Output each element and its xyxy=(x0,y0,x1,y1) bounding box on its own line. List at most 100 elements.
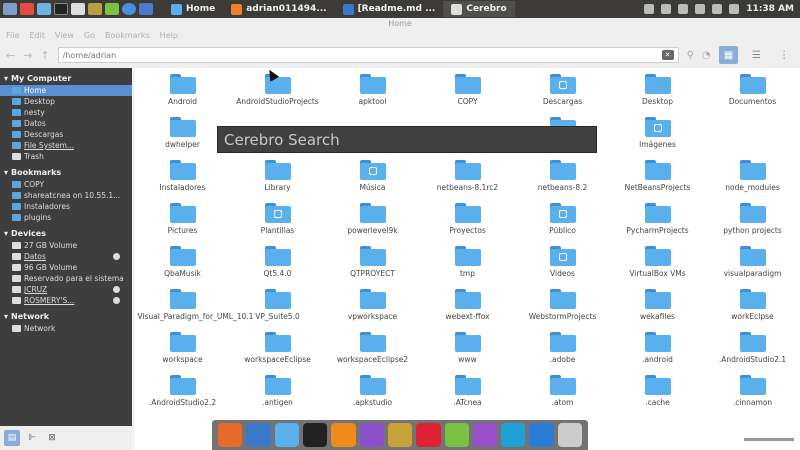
file-item[interactable]: Visual_Paradigm_for_UML_10.1 xyxy=(135,287,253,330)
sidebar-item[interactable]: JCRUZ xyxy=(0,284,132,295)
taskbar-item[interactable]: [Readme.md ... xyxy=(335,1,444,17)
launcher-app-icon[interactable] xyxy=(105,3,119,15)
tray-app-icon[interactable] xyxy=(661,4,672,14)
launcher-app-icon[interactable] xyxy=(122,3,136,15)
file-item[interactable]: QbaMusik xyxy=(135,244,230,287)
file-item[interactable]: .AndroidStudio2.2 xyxy=(135,373,230,416)
file-item[interactable]: wekafiles xyxy=(610,287,705,330)
close-sidebar-button[interactable]: ⊠ xyxy=(44,430,60,446)
launcher-app-icon[interactable] xyxy=(139,3,153,15)
taskbar-item[interactable]: Home xyxy=(163,1,223,17)
cerebro-search-input[interactable] xyxy=(224,130,584,149)
network-icon[interactable] xyxy=(695,4,706,14)
sidebar-item[interactable]: Home xyxy=(0,85,132,96)
sidebar-item[interactable]: shareatcnea on 10.55.1... xyxy=(0,190,132,201)
file-item[interactable]: Proyectos xyxy=(420,201,515,244)
file-item[interactable]: Library xyxy=(230,158,325,201)
sidebar-item[interactable]: COPY xyxy=(0,179,132,190)
file-item[interactable]: Imágenes xyxy=(610,115,705,158)
bluetooth-icon[interactable] xyxy=(678,4,689,14)
file-item[interactable]: Desktop xyxy=(610,72,705,115)
file-item[interactable]: Documentos xyxy=(705,72,800,115)
file-item[interactable]: .antigen xyxy=(230,373,325,416)
phpstorm-icon[interactable] xyxy=(472,423,498,447)
file-item[interactable]: python projects xyxy=(705,201,800,244)
launcher-app-icon[interactable] xyxy=(20,3,34,15)
file-item[interactable]: .atom xyxy=(515,373,610,416)
file-item[interactable]: workEclpse xyxy=(705,287,800,330)
vlc-icon[interactable] xyxy=(331,423,356,447)
cerebro-icon[interactable] xyxy=(557,423,583,447)
sidebar-item[interactable]: Instaladores xyxy=(0,201,132,212)
sidebar-item[interactable]: Datos xyxy=(0,251,132,262)
file-item[interactable]: QTPROYECT xyxy=(325,244,420,287)
search-icon[interactable]: ⚲ xyxy=(687,50,694,61)
file-item[interactable]: netbeans-8.1rc2 xyxy=(420,158,515,201)
eject-icon[interactable] xyxy=(113,297,120,304)
launcher-app-icon[interactable] xyxy=(88,3,102,15)
file-item[interactable]: node_modules xyxy=(705,158,800,201)
zoom-slider[interactable] xyxy=(744,438,794,441)
places-view-button[interactable]: ▤ xyxy=(4,430,20,446)
compact-view-button[interactable]: ⋮ xyxy=(774,46,794,64)
bag-icon[interactable] xyxy=(387,423,413,447)
forward-arrow-icon[interactable]: → xyxy=(23,49,32,62)
menu-item[interactable]: Bookmarks xyxy=(105,30,150,42)
menu-item[interactable]: Help xyxy=(160,30,178,42)
expand-arrow-icon[interactable]: ▾ xyxy=(4,168,8,177)
cerebro-search-box[interactable] xyxy=(217,126,597,153)
file-item[interactable]: apktool xyxy=(325,72,420,115)
taskbar-item[interactable]: adrian011494... xyxy=(223,1,334,17)
vscode-icon[interactable] xyxy=(529,423,554,447)
zoom-icon[interactable]: ◔ xyxy=(702,50,711,61)
file-item[interactable]: powerlevel9k xyxy=(325,201,420,244)
file-item[interactable]: Qt5.4.0 xyxy=(230,244,325,287)
taskbar-item[interactable]: Cerebro xyxy=(443,1,515,17)
sidebar-item[interactable]: Reservado para el sistema xyxy=(0,273,132,284)
file-item[interactable]: workspace xyxy=(135,330,230,373)
menu-item[interactable]: View xyxy=(55,30,74,42)
launcher-app-icon[interactable] xyxy=(71,3,85,15)
file-item[interactable]: .android xyxy=(610,330,705,373)
file-item[interactable]: COPY xyxy=(420,72,515,115)
launcher-terminal-icon[interactable] xyxy=(54,3,68,15)
expand-arrow-icon[interactable]: ▾ xyxy=(4,229,8,238)
eject-icon[interactable] xyxy=(113,286,120,293)
file-item[interactable]: WebstormProjects xyxy=(515,287,610,330)
file-item[interactable]: Instaladores xyxy=(135,158,230,201)
file-item[interactable]: NetBeansProjects xyxy=(610,158,705,201)
file-item[interactable]: PycharmProjects xyxy=(610,201,705,244)
sidebar-item[interactable]: 96 GB Volume xyxy=(0,262,132,273)
file-item[interactable]: vpworkspace xyxy=(325,287,420,330)
file-item[interactable]: www xyxy=(420,330,515,373)
file-item[interactable]: Público xyxy=(515,201,610,244)
clock[interactable]: 11:38 AM xyxy=(746,4,794,14)
expand-arrow-icon[interactable]: ▾ xyxy=(4,312,8,321)
sidebar-item[interactable]: 27 GB Volume xyxy=(0,240,132,251)
file-item[interactable]: dwhelper xyxy=(135,115,230,158)
file-item[interactable]: .cinnamon xyxy=(705,373,800,416)
tray-app-icon[interactable] xyxy=(644,4,655,14)
sidebar-item[interactable]: Datos xyxy=(0,118,132,129)
sidebar-item[interactable]: File System... xyxy=(0,140,132,151)
volume-icon[interactable] xyxy=(712,4,723,14)
launcher-app-icon[interactable] xyxy=(37,3,51,15)
globe-icon[interactable] xyxy=(246,423,271,447)
sidebar-item[interactable]: Desktop xyxy=(0,96,132,107)
file-item[interactable]: netbeans-8.2 xyxy=(515,158,610,201)
file-item[interactable]: Videos xyxy=(515,244,610,287)
clear-location-icon[interactable]: ✕ xyxy=(661,50,674,60)
sidebar-item[interactable]: nesty xyxy=(0,107,132,118)
terminal-icon[interactable] xyxy=(302,423,328,447)
android-icon[interactable] xyxy=(444,423,469,447)
menu-item[interactable]: Edit xyxy=(29,30,45,42)
files-icon[interactable] xyxy=(274,423,299,447)
sidebar-item[interactable]: Trash xyxy=(0,151,132,162)
menu-item[interactable]: File xyxy=(6,30,19,42)
sidebar-section-header[interactable]: ▾ Devices xyxy=(0,227,132,240)
file-item[interactable]: VP_Suite5.0 xyxy=(230,287,325,330)
file-item[interactable]: workspaceEclipse xyxy=(230,330,325,373)
no-entry-icon[interactable] xyxy=(416,423,441,447)
location-bar[interactable]: /home/adrian ✕ xyxy=(57,47,679,63)
firefox-icon[interactable] xyxy=(218,423,243,447)
